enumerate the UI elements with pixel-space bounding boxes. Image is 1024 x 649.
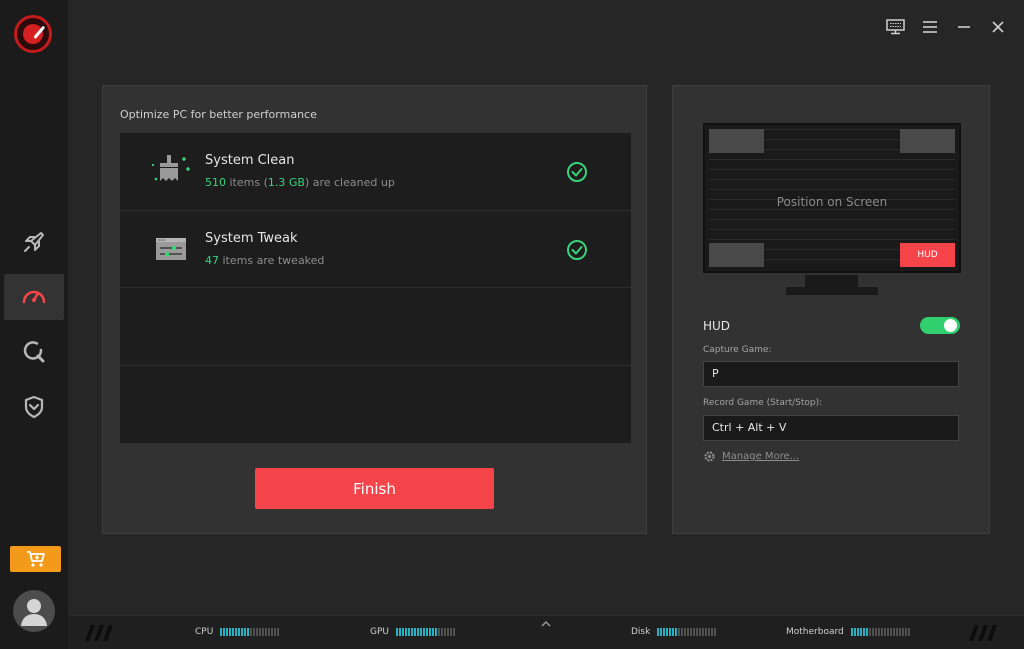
- close-button[interactable]: [988, 17, 1008, 37]
- list-item-empty: [120, 288, 631, 366]
- minimize-button[interactable]: [954, 17, 974, 37]
- decorative-stripes: [85, 625, 113, 641]
- item-size: 1.3 GB: [267, 176, 305, 189]
- position-top-right[interactable]: [900, 129, 955, 153]
- position-bottom-left[interactable]: [709, 243, 764, 267]
- sidebar-item-scan[interactable]: [4, 329, 64, 375]
- display-settings-button[interactable]: [885, 17, 905, 37]
- motherboard-label: Motherboard: [786, 627, 844, 637]
- minimize-icon: [958, 26, 970, 28]
- list-item: System Tweak 47 items are tweaked: [120, 211, 631, 288]
- motherboard-monitor[interactable]: Motherboard: [786, 627, 910, 637]
- speedometer-icon: [22, 290, 46, 304]
- optimize-panel: Optimize PC for better performance Syste…: [102, 85, 647, 534]
- screen-position-preview[interactable]: Position on Screen HUD: [703, 123, 961, 273]
- list-item: System Clean 510 items (1.3 GB) are clea…: [120, 133, 631, 211]
- search-icon: [23, 341, 45, 363]
- monitor-stand: [805, 275, 858, 287]
- gpu-label: GPU: [370, 627, 389, 637]
- shield-icon: [24, 395, 44, 419]
- cpu-label: CPU: [195, 627, 214, 637]
- cart-button[interactable]: [10, 546, 61, 572]
- item-subtitle: 47 items are tweaked: [205, 254, 324, 267]
- chevron-up-icon[interactable]: [540, 619, 552, 629]
- position-bottom-right-hud[interactable]: HUD: [900, 243, 955, 267]
- system-tweak-icon: [156, 237, 186, 260]
- gpu-monitor[interactable]: GPU: [370, 627, 455, 637]
- disk-monitor[interactable]: Disk: [631, 627, 717, 637]
- decorative-stripes: [969, 625, 997, 641]
- finish-button[interactable]: Finish: [255, 468, 494, 509]
- results-list: System Clean 510 items (1.3 GB) are clea…: [120, 133, 631, 443]
- capture-label: Capture Game:: [703, 345, 772, 355]
- preview-label: Position on Screen: [776, 195, 888, 209]
- item-count: 47: [205, 253, 219, 267]
- capture-hotkey-field[interactable]: P: [703, 361, 959, 387]
- panel-title: Optimize PC for better performance: [120, 108, 317, 121]
- close-icon: [992, 21, 1004, 33]
- speedometer-logo-icon: [14, 15, 52, 53]
- monitor-base: [786, 287, 878, 295]
- item-title: System Tweak: [205, 230, 298, 246]
- cpu-monitor[interactable]: CPU: [195, 627, 280, 637]
- display-icon: [885, 19, 905, 35]
- item-subtitle: 510 items (1.3 GB) are cleaned up: [205, 176, 395, 189]
- record-label: Record Game (Start/Stop):: [703, 398, 823, 408]
- sidebar-item-boost[interactable]: [4, 219, 64, 265]
- avatar[interactable]: [13, 590, 55, 632]
- sidebar: [0, 0, 68, 649]
- check-circle-icon: [567, 162, 587, 182]
- user-avatar-icon: [21, 599, 47, 626]
- hud-panel: Position on Screen HUD HUD Capture Game:…: [672, 85, 990, 534]
- hud-toggle[interactable]: [920, 317, 960, 334]
- cart-icon: [26, 551, 45, 567]
- position-top-left[interactable]: [709, 129, 764, 153]
- hud-label: HUD: [703, 319, 731, 333]
- menu-icon: [923, 21, 937, 33]
- cpu-meter: [220, 628, 280, 636]
- motherboard-meter: [850, 628, 910, 636]
- list-item-empty: [120, 366, 631, 444]
- broom-clean-icon: [152, 155, 190, 181]
- record-hotkey-field[interactable]: Ctrl + Alt + V: [703, 415, 959, 441]
- menu-button[interactable]: [920, 17, 940, 37]
- manage-more-link[interactable]: Manage More...: [703, 450, 799, 463]
- item-count: 510: [205, 176, 226, 189]
- gear-icon: [704, 451, 715, 462]
- item-sub-text: items (: [226, 176, 268, 189]
- item-sub-text: ) are cleaned up: [304, 176, 395, 189]
- disk-label: Disk: [631, 627, 651, 637]
- sidebar-item-security[interactable]: [4, 384, 64, 430]
- manage-more-label[interactable]: Manage More...: [722, 451, 799, 462]
- item-sub-text: items are tweaked: [219, 253, 325, 267]
- gpu-meter: [396, 628, 455, 636]
- status-bar: CPU GPU Disk Motherboard: [68, 615, 1024, 649]
- check-circle-icon: [567, 239, 587, 260]
- rocket-icon: [24, 232, 44, 252]
- item-title: System Clean: [205, 153, 295, 168]
- disk-meter: [657, 628, 717, 636]
- sidebar-item-optimize[interactable]: [4, 274, 64, 320]
